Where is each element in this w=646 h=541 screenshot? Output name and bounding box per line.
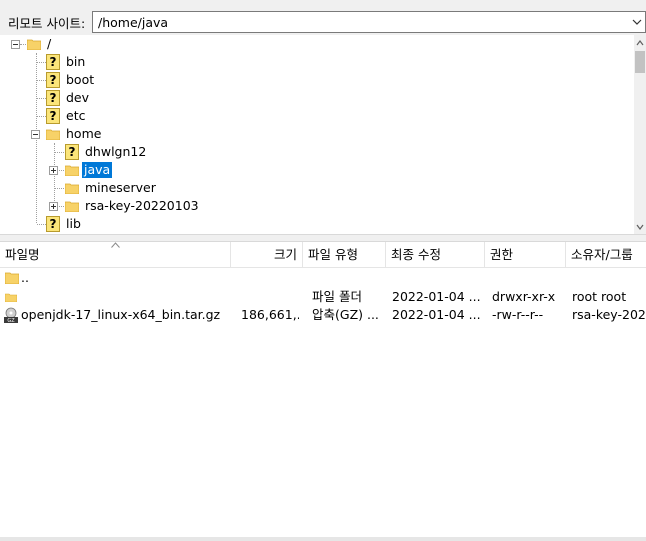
- file-name[interactable]: ..: [21, 270, 29, 286]
- column-header-permissions-label[interactable]: 권한: [490, 247, 513, 262]
- tree-node-bin[interactable]: ? bin: [0, 53, 200, 71]
- tree-node-label[interactable]: etc: [64, 108, 87, 124]
- tree-node-dhwlgn12[interactable]: ? dhwlgn12: [0, 143, 220, 161]
- scroll-up-icon[interactable]: [635, 38, 645, 48]
- tree-node-label[interactable]: dhwlgn12: [83, 144, 148, 160]
- column-header-size-label[interactable]: 크기: [274, 247, 297, 262]
- file-type: 압축(GZ) ...: [312, 307, 379, 322]
- svg-text:GZ: GZ: [7, 318, 15, 323]
- file-owner: rsa-key-202...: [572, 307, 646, 322]
- file-list-header: 파일명 크기 파일 유형 최종 수정 권한 소유자/그룹: [0, 242, 646, 268]
- tree-node-home[interactable]: home: [0, 125, 200, 143]
- column-header-owner-label[interactable]: 소유자/그룹: [571, 247, 633, 262]
- tree-node-etc[interactable]: ? etc: [0, 107, 200, 125]
- tree-node-lib[interactable]: ? lib: [0, 215, 200, 233]
- file-row[interactable]: ..: [0, 269, 646, 287]
- unknown-folder-icon: ?: [46, 72, 60, 88]
- tree-node-mineserver[interactable]: mineserver: [0, 179, 220, 197]
- expand-icon[interactable]: [49, 166, 58, 175]
- remote-directory-tree[interactable]: / ? bin ? boot ? dev ? etc home ? dhwlgn…: [0, 35, 646, 235]
- column-header-size[interactable]: 크기: [231, 242, 303, 268]
- tree-node-java[interactable]: java: [0, 161, 220, 179]
- tree-node-dev[interactable]: ? dev: [0, 89, 200, 107]
- tree-node-label[interactable]: bin: [64, 54, 87, 70]
- column-header-owner[interactable]: 소유자/그룹: [566, 242, 646, 268]
- unknown-folder-icon: ?: [46, 90, 60, 106]
- file-row[interactable]: GZ openjdk-17_linux-x64_bin.tar.gz 186,6…: [0, 306, 646, 324]
- tree-node-label-selected[interactable]: java: [82, 162, 113, 178]
- tree-scrollbar[interactable]: [634, 35, 646, 234]
- tree-node-label[interactable]: lib: [64, 216, 83, 232]
- column-header-type[interactable]: 파일 유형: [303, 242, 386, 268]
- tree-node-root[interactable]: /: [0, 35, 200, 53]
- column-header-name-label[interactable]: 파일명: [5, 247, 40, 262]
- tree-node-label[interactable]: rsa-key-20220103: [83, 198, 201, 214]
- folder-icon: [65, 165, 79, 176]
- collapse-icon[interactable]: [31, 130, 40, 139]
- scroll-thumb[interactable]: [635, 51, 645, 73]
- folder-icon: [5, 293, 17, 302]
- file-permissions: drwxr-xr-x: [492, 289, 556, 304]
- remote-path-value[interactable]: /home/java: [98, 15, 168, 30]
- file-modified: 2022-01-04 ...: [392, 307, 481, 322]
- gz-archive-icon: GZ: [4, 307, 18, 323]
- tree-node-label[interactable]: /: [45, 36, 53, 52]
- tree-node-boot[interactable]: ? boot: [0, 71, 200, 89]
- file-size: 186,661,...: [241, 307, 299, 322]
- folder-icon: [65, 183, 79, 194]
- chevron-down-icon[interactable]: [631, 16, 643, 28]
- column-header-type-label[interactable]: 파일 유형: [308, 247, 358, 262]
- file-owner: root root: [572, 289, 627, 304]
- file-name[interactable]: openjdk-17_linux-x64_bin.tar.gz: [21, 307, 220, 323]
- folder-icon: [46, 129, 60, 140]
- tree-node-label[interactable]: mineserver: [83, 180, 158, 196]
- file-permissions: -rw-r--r--: [492, 307, 544, 322]
- collapse-icon[interactable]: [11, 40, 20, 49]
- folder-icon: [65, 201, 79, 212]
- unknown-folder-icon: ?: [65, 144, 79, 160]
- remote-path-combobox[interactable]: /home/java: [92, 11, 646, 33]
- column-header-permissions[interactable]: 권한: [485, 242, 566, 268]
- tree-node-label[interactable]: boot: [64, 72, 96, 88]
- unknown-folder-icon: ?: [46, 54, 60, 70]
- parent-folder-icon: [5, 272, 19, 284]
- tree-node-label[interactable]: dev: [64, 90, 91, 106]
- remote-site-bar: 리모트 사이트: /home/java: [0, 10, 646, 34]
- scroll-down-icon[interactable]: [635, 222, 645, 232]
- remote-site-label: 리모트 사이트:: [8, 16, 86, 31]
- unknown-folder-icon: ?: [46, 108, 60, 124]
- column-header-modified-label[interactable]: 최종 수정: [391, 247, 441, 262]
- folder-icon: [27, 39, 41, 50]
- tree-node-rsa-key[interactable]: rsa-key-20220103: [0, 197, 240, 215]
- sort-ascending-icon: [111, 242, 120, 248]
- file-modified: 2022-01-04 ...: [392, 289, 481, 304]
- column-header-modified[interactable]: 최종 수정: [386, 242, 485, 268]
- file-row[interactable]: 파일 폴더 2022-01-04 ... drwxr-xr-x root roo…: [0, 288, 646, 306]
- tree-node-label[interactable]: home: [64, 126, 103, 142]
- expand-icon[interactable]: [49, 202, 58, 211]
- horizontal-scrollbar[interactable]: [0, 537, 646, 541]
- remote-file-list[interactable]: 파일명 크기 파일 유형 최종 수정 권한 소유자/그룹 .. 파일 폴더 20…: [0, 241, 646, 541]
- unknown-folder-icon: ?: [46, 216, 60, 232]
- file-type: 파일 폴더: [312, 289, 362, 304]
